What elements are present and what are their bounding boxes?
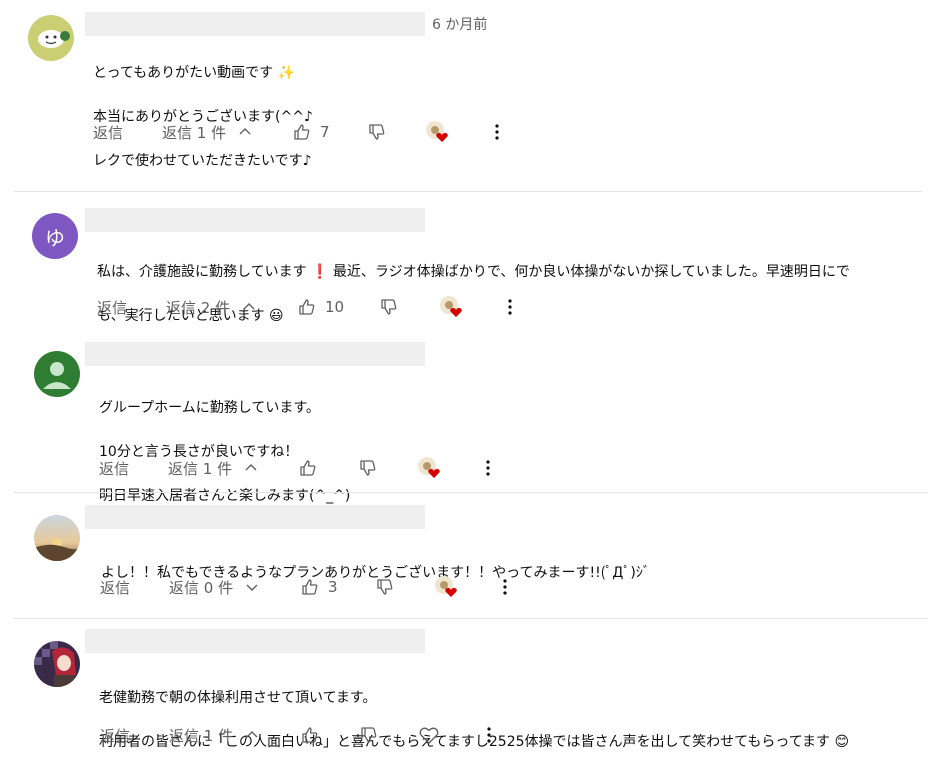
thumbs-up-icon	[302, 579, 318, 595]
chevron-up-icon	[245, 464, 257, 471]
more-actions-button[interactable]	[500, 293, 520, 321]
like-button[interactable]: 3	[300, 573, 338, 601]
more-vert-icon	[487, 727, 491, 743]
chevron-down-icon	[246, 584, 258, 591]
thumbs-down-icon	[377, 579, 393, 595]
character-avatar-icon	[34, 641, 80, 687]
thumbs-up-icon	[300, 460, 316, 476]
creator-heart[interactable]	[417, 454, 443, 482]
view-replies-button[interactable]: 返信 1 件	[168, 454, 258, 482]
thumbs-up-icon	[299, 299, 315, 315]
creator-heart[interactable]	[439, 293, 465, 321]
like-count: 3	[328, 578, 338, 596]
thumbs-down-icon	[369, 124, 385, 140]
like-count: 10	[325, 298, 345, 316]
more-vert-icon	[508, 299, 512, 315]
comment-toolbar: 返信 返信 1 件 7	[0, 118, 928, 146]
like-button[interactable]	[298, 454, 326, 482]
more-vert-icon	[503, 579, 507, 595]
dislike-button[interactable]	[379, 293, 399, 321]
dislike-button[interactable]	[359, 721, 379, 749]
avatar[interactable]	[34, 515, 80, 561]
divider	[14, 191, 922, 192]
heart-button[interactable]	[418, 721, 440, 749]
thumbs-up-icon	[302, 727, 318, 743]
default-user-avatar-icon	[34, 351, 80, 397]
more-vert-icon	[486, 460, 490, 476]
comment-toolbar: 返信 返信 0 件 3	[0, 573, 928, 601]
comment-text: 老健勤務で朝の体操利用させて頂いてます。 利用者の皆さんに「この人面白いね」と喜…	[99, 665, 919, 775]
creator-heart-icon	[418, 457, 440, 478]
more-actions-button[interactable]	[478, 454, 498, 482]
author-name-redacted	[85, 505, 425, 529]
sunset-avatar-icon	[34, 515, 80, 561]
like-button[interactable]: 7	[292, 118, 330, 146]
chevron-up-icon	[246, 731, 258, 738]
thumbs-down-icon	[381, 299, 397, 315]
avatar[interactable]	[34, 641, 80, 687]
like-button[interactable]: 10	[297, 293, 344, 321]
comment-line: 老健勤務で朝の体操利用させて頂いてます。	[99, 690, 377, 706]
creator-heart[interactable]	[434, 573, 460, 601]
view-replies-button[interactable]: 返信 1 件	[169, 721, 259, 749]
creator-heart-icon	[426, 121, 448, 142]
reply-button[interactable]: 返信	[93, 118, 123, 146]
like-button[interactable]	[300, 721, 320, 749]
view-replies-button[interactable]: 返信 1 件	[162, 118, 252, 146]
like-count: 7	[320, 123, 330, 141]
creator-heart[interactable]	[425, 118, 451, 146]
more-actions-button[interactable]	[487, 118, 507, 146]
divider	[14, 618, 928, 619]
more-actions-button[interactable]	[479, 721, 499, 749]
author-name-redacted	[85, 629, 425, 653]
author-name-redacted	[85, 208, 425, 232]
dislike-button[interactable]	[367, 118, 387, 146]
creator-heart-icon	[440, 296, 462, 317]
comment-toolbar: 返信 返信 2 件 10	[0, 293, 928, 321]
comment-line: レクで使わせていただきたいです♪	[93, 153, 312, 169]
comment-toolbar: 返信 返信 1 件	[0, 454, 928, 482]
thumbs-down-icon	[361, 727, 377, 743]
divider	[14, 492, 928, 493]
dislike-button[interactable]	[358, 454, 378, 482]
creator-heart-icon	[435, 576, 457, 597]
thumbs-down-icon	[360, 460, 376, 476]
author-name-redacted	[85, 342, 425, 366]
reply-button[interactable]: 返信	[97, 293, 127, 321]
heart-outline-icon	[419, 727, 439, 744]
comment-line: とってもありがたい動画です ✨	[93, 65, 296, 81]
reply-button[interactable]: 返信	[99, 454, 129, 482]
author-name-redacted	[85, 12, 425, 36]
more-actions-button[interactable]	[495, 573, 515, 601]
thumbs-up-icon	[294, 124, 310, 140]
comment-toolbar: 返信 返信 1 件	[0, 721, 928, 749]
chevron-up-icon	[243, 303, 255, 310]
snowman-avatar-icon	[28, 15, 74, 61]
avatar-letter: ゆ	[45, 225, 65, 250]
comment-line: 明日早速入居者さんと楽しみます(^_^)	[99, 488, 351, 504]
reply-button[interactable]: 返信	[100, 721, 130, 749]
comment-timestamp[interactable]: 6 か月前	[432, 14, 487, 34]
view-replies-button[interactable]: 返信 0 件	[169, 573, 259, 601]
avatar[interactable]	[28, 15, 74, 61]
avatar[interactable]: ゆ	[32, 213, 78, 259]
dislike-button[interactable]	[375, 573, 395, 601]
more-vert-icon	[495, 124, 499, 140]
view-replies-button[interactable]: 返信 2 件	[166, 293, 256, 321]
chevron-up-icon	[239, 128, 251, 135]
comment-text: とってもありがたい動画です ✨ 本当にありがとうございます(^^♪ レクで使わせ…	[93, 40, 313, 194]
comment-line: グループホームに勤務しています。	[99, 400, 320, 416]
avatar[interactable]	[34, 351, 80, 397]
comment-line: 私は、介護施設に勤務しています ❗ 最近、ラジオ体操ばかりで、何か良い体操がない…	[97, 264, 850, 280]
reply-button[interactable]: 返信	[100, 573, 130, 601]
